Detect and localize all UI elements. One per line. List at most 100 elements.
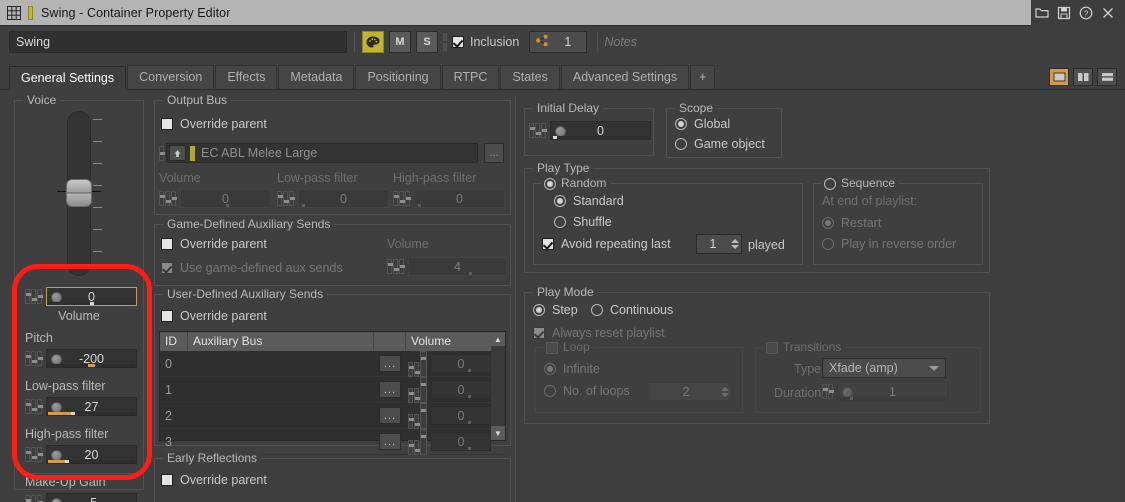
lowpass-input[interactable]: 27 (46, 397, 137, 416)
automation-icon[interactable] (529, 123, 547, 138)
scroll-down-icon[interactable]: ▼ (491, 426, 505, 440)
automation-icon[interactable] (408, 376, 427, 403)
loop-checkbox[interactable] (546, 341, 558, 354)
palette-icon[interactable] (362, 31, 384, 53)
tab-conversion[interactable]: Conversion (127, 65, 215, 89)
row-browse-button[interactable]: ... (379, 433, 401, 450)
single-pane-icon[interactable] (1049, 68, 1069, 86)
voice-volume-input[interactable]: 0 (46, 287, 137, 306)
table-row[interactable]: 0 ... 0 (160, 350, 505, 377)
tab-rtpc[interactable]: RTPC (441, 65, 500, 89)
tab-advanced-settings[interactable]: Advanced Settings (560, 65, 690, 89)
transition-type-select[interactable]: Xfade (amp) (822, 358, 946, 378)
automation-icon[interactable] (277, 191, 295, 206)
output-bus-browse-button[interactable]: ... (484, 143, 504, 163)
scroll-up-icon[interactable]: ▲ (491, 332, 505, 346)
row-volume-input[interactable]: 0 (431, 354, 491, 373)
row-volume-input[interactable]: 0 (431, 432, 491, 451)
scope-game-object-radio[interactable] (675, 138, 687, 150)
always-reset-row[interactable]: Always reset playlist (533, 326, 665, 340)
output-bus-volume-input[interactable]: 0 (180, 189, 271, 208)
automation-icon[interactable] (25, 399, 43, 414)
save-icon[interactable] (1053, 0, 1075, 26)
shuffle-radio[interactable] (554, 216, 566, 228)
output-bus-highpass-input[interactable]: 0 (414, 189, 505, 208)
row-volume-input[interactable]: 0 (431, 380, 491, 399)
restart-radio[interactable] (822, 217, 834, 229)
automation-icon[interactable] (408, 428, 427, 455)
panel-splitter[interactable] (515, 96, 516, 502)
transitions-checkbox[interactable] (766, 341, 778, 354)
output-bus-lowpass-input[interactable]: 0 (298, 189, 389, 208)
automation-icon[interactable] (25, 351, 43, 366)
uda-override-checkbox[interactable] (161, 310, 173, 322)
transition-duration-input[interactable]: 1 (837, 382, 948, 401)
gda-override-checkbox[interactable] (161, 238, 173, 250)
automation-icon[interactable] (393, 191, 411, 206)
step-radio[interactable] (533, 304, 545, 316)
shared-references-button[interactable]: 1 (529, 31, 588, 53)
row-volume-track[interactable] (433, 421, 489, 424)
two-row-icon[interactable] (1097, 68, 1117, 86)
automation-icon[interactable] (408, 350, 427, 377)
gda-volume-input[interactable]: 4 (408, 257, 507, 276)
tab-add-button[interactable]: + (690, 65, 716, 89)
fader-thumb[interactable] (66, 179, 92, 207)
output-bus-field[interactable]: EC ABL Melee Large (166, 143, 478, 163)
knob-icon[interactable] (51, 498, 62, 502)
scope-option-global[interactable]: Global (675, 117, 730, 131)
tab-states[interactable]: States (500, 65, 560, 89)
transition-duration-track[interactable] (839, 397, 946, 400)
automation-icon[interactable] (25, 447, 43, 462)
restart-option[interactable]: Restart (822, 216, 881, 230)
notes-input[interactable]: Notes (597, 31, 1125, 53)
highpass-track[interactable] (48, 460, 135, 463)
random-radio[interactable] (544, 177, 556, 190)
automation-icon[interactable] (822, 384, 834, 399)
play-mode-continuous-option[interactable]: Continuous (591, 303, 673, 317)
spinner-icon[interactable] (729, 235, 741, 254)
output-bus-lowpass-track[interactable] (300, 204, 387, 207)
row-volume-track[interactable] (433, 395, 489, 398)
help-icon[interactable]: ? (1075, 0, 1097, 26)
voice-volume-fader[interactable] (15, 111, 143, 279)
folder-open-icon[interactable] (1031, 0, 1053, 26)
automation-icon[interactable] (159, 145, 165, 161)
automation-icon[interactable] (25, 495, 43, 502)
row-browse-button[interactable]: ... (379, 407, 401, 424)
gda-override-row[interactable]: Override parent (161, 237, 267, 251)
scope-global-radio[interactable] (675, 118, 687, 130)
reverse-option[interactable]: Play in reverse order (822, 237, 956, 251)
initial-delay-track[interactable] (552, 136, 649, 139)
no-of-loops-spinbox[interactable]: 2 (648, 382, 732, 401)
initial-delay-input[interactable]: 0 (550, 121, 651, 140)
lowpass-track[interactable] (48, 412, 135, 415)
row-volume-track[interactable] (433, 369, 489, 372)
play-mode-step-option[interactable]: Step (533, 303, 578, 317)
two-column-icon[interactable] (1073, 68, 1093, 86)
no-of-loops-radio[interactable] (544, 385, 556, 397)
tab-effects[interactable]: Effects (215, 65, 278, 89)
tab-general-settings[interactable]: General Settings (9, 66, 127, 90)
er-override-row[interactable]: Override parent (161, 473, 267, 487)
reverse-radio[interactable] (822, 238, 834, 250)
output-bus-volume-track[interactable] (182, 204, 269, 207)
output-bus-override-checkbox[interactable] (161, 118, 173, 130)
automation-icon[interactable] (25, 289, 43, 304)
highpass-input[interactable]: 20 (46, 445, 137, 464)
no-of-loops-option[interactable]: No. of loops (544, 384, 630, 398)
pitch-input[interactable]: -200 (46, 349, 137, 368)
row-browse-button[interactable]: ... (379, 355, 401, 372)
output-bus-highpass-track[interactable] (416, 204, 503, 207)
avoid-repeat-checkbox[interactable] (542, 238, 554, 250)
gda-use-checkbox[interactable] (161, 262, 173, 274)
table-scrollbar[interactable]: ▲ ▼ (491, 332, 505, 440)
makeup-gain-input[interactable]: -5 (46, 493, 137, 502)
table-row[interactable]: 2 ... 0 (160, 402, 505, 429)
avoid-repeat-row[interactable]: Avoid repeating last (542, 237, 671, 251)
voice-volume-track[interactable] (48, 302, 135, 305)
random-standard-option[interactable]: Standard (554, 194, 624, 208)
infinite-option[interactable]: Infinite (544, 362, 600, 376)
automation-icon[interactable] (387, 259, 405, 274)
standard-radio[interactable] (554, 195, 566, 207)
